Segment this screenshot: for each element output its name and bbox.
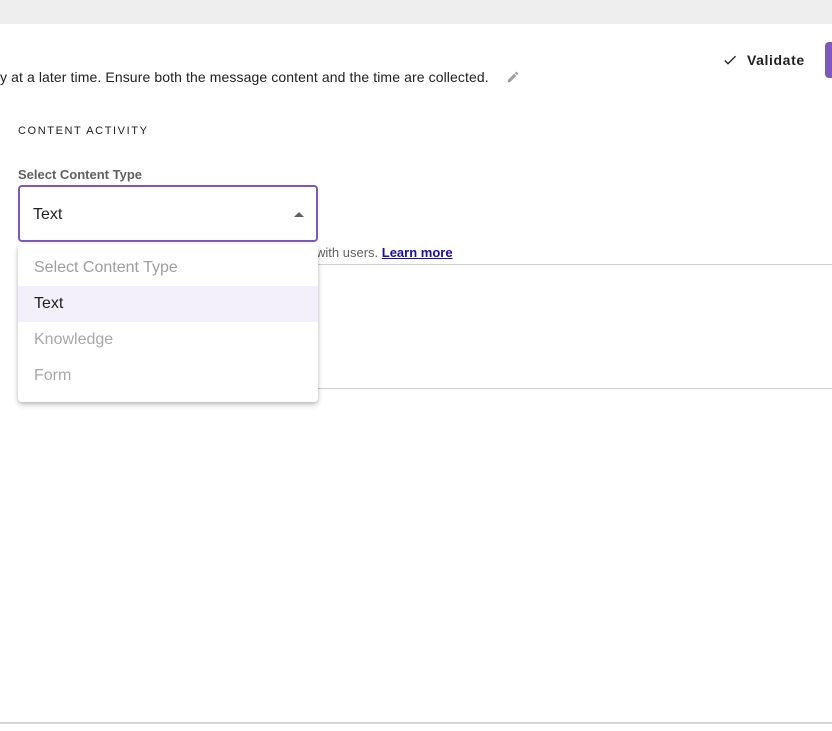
menu-item-knowledge[interactable]: Knowledge <box>18 322 318 358</box>
learn-more-link[interactable]: Learn more <box>382 245 453 260</box>
menu-item-form[interactable]: Form <box>18 358 318 394</box>
content-type-value: Text <box>33 206 63 223</box>
content-type-helper: with users. Learn more <box>316 245 453 260</box>
menu-item-select-content-type[interactable]: Select Content Type <box>18 250 318 286</box>
activity-description: y at a later time. Ensure both the messa… <box>0 69 489 85</box>
divider <box>318 388 832 389</box>
pencil-icon[interactable] <box>506 70 520 84</box>
primary-action-button[interactable] <box>825 42 832 78</box>
validate-label: Validate <box>747 52 805 68</box>
caret-up-icon <box>294 212 304 217</box>
check-icon <box>724 55 736 65</box>
section-title: CONTENT ACTIVITY <box>18 125 149 137</box>
menu-item-text[interactable]: Text <box>18 286 318 322</box>
top-bar <box>0 0 832 24</box>
validate-button[interactable]: Validate <box>716 45 811 75</box>
content-type-dropdown-menu: Select Content Type Text Knowledge Form <box>18 244 318 402</box>
divider <box>318 264 832 265</box>
content-type-label: Select Content Type <box>18 167 143 182</box>
content-type-select[interactable]: Text <box>18 185 318 242</box>
helper-text: with users. <box>316 245 379 260</box>
bottom-divider <box>0 722 832 724</box>
